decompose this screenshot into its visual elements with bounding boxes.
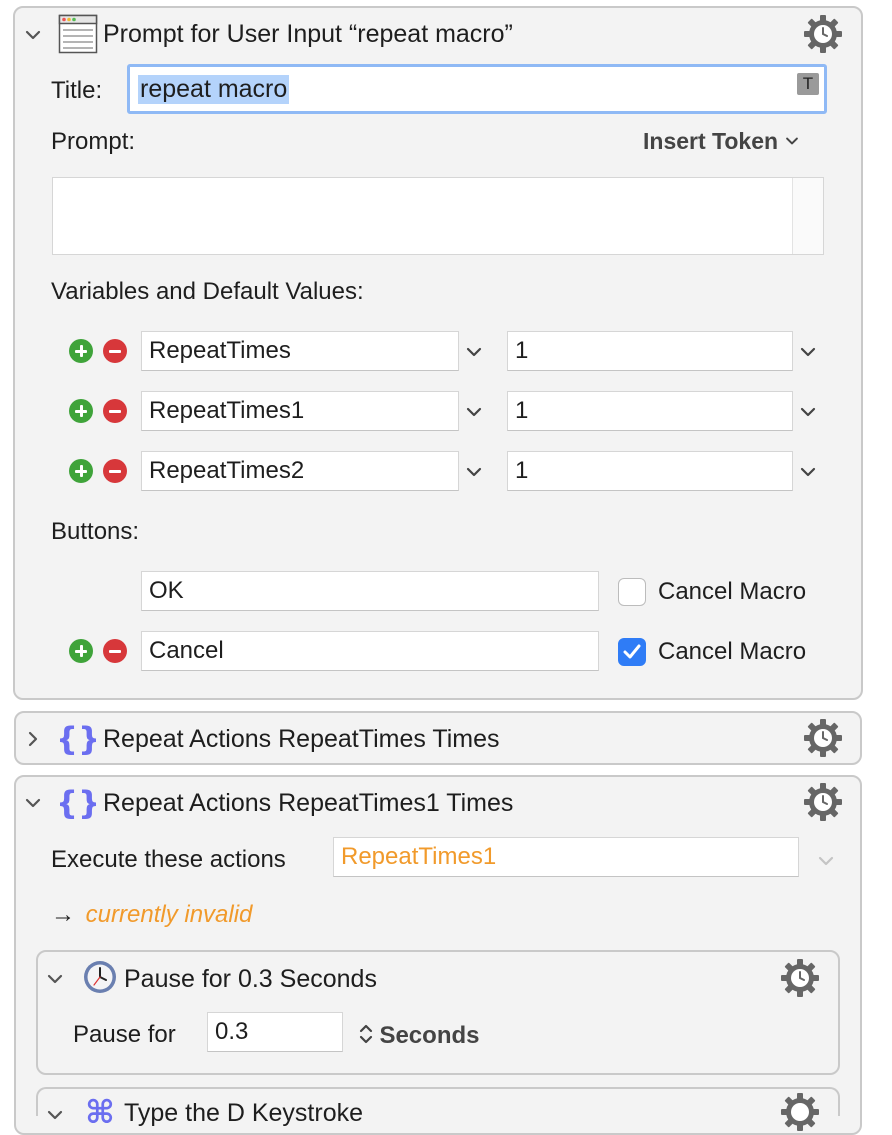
chevron-down-icon[interactable]	[797, 401, 819, 423]
chevron-down-icon[interactable]	[463, 461, 485, 483]
prompt-textarea[interactable]	[52, 177, 824, 255]
chevron-down-icon[interactable]	[815, 850, 837, 872]
insert-token-menu[interactable]: Insert Token	[643, 128, 801, 156]
insert-token-label: Insert Token	[643, 128, 779, 154]
cancel-macro-checkbox[interactable]	[618, 638, 646, 666]
title-input[interactable]: repeat macro T	[127, 64, 827, 114]
title-label: Title:	[51, 77, 103, 104]
command-key-icon: ⌘	[85, 1093, 115, 1129]
cancel-macro-label: Cancel Macro	[658, 638, 807, 665]
chevron-down-icon[interactable]	[463, 341, 485, 363]
buttons-label: Buttons:	[51, 518, 140, 545]
window-icon	[58, 14, 98, 54]
add-variable-button[interactable]	[69, 459, 93, 483]
variable-name-field[interactable]: RepeatTimes1	[141, 391, 459, 431]
add-variable-button[interactable]	[69, 339, 93, 363]
gear-icon[interactable]	[803, 14, 843, 54]
chevron-down-icon[interactable]	[797, 461, 819, 483]
add-variable-button[interactable]	[69, 399, 93, 423]
checkmark-icon	[623, 644, 641, 659]
cancel-macro-checkbox[interactable]	[618, 578, 646, 606]
title-input-value: repeat macro	[138, 75, 290, 104]
gear-icon[interactable]	[780, 1092, 820, 1132]
textarea-scrollbar[interactable]	[792, 178, 823, 254]
variable-name-field[interactable]: RepeatTimes	[141, 331, 459, 371]
prompt-action-title[interactable]: Prompt for User Input “repeat macro”	[103, 20, 513, 49]
chevron-right-icon[interactable]	[22, 728, 44, 750]
gear-icon[interactable]	[780, 958, 820, 998]
arrow-right-icon: →	[51, 901, 75, 928]
svg-text:⌘: ⌘	[85, 1093, 115, 1129]
add-button-button[interactable]	[69, 639, 93, 663]
text-token-icon[interactable]: T	[797, 73, 819, 95]
prompt-label: Prompt:	[51, 128, 136, 155]
chevron-down-icon	[785, 137, 798, 145]
remove-variable-button[interactable]	[103, 459, 127, 483]
execute-label: Execute these actions	[51, 846, 286, 873]
unit-label: Seconds	[379, 1022, 480, 1049]
chevron-down-icon[interactable]	[22, 24, 44, 46]
svg-text:{}: {}	[60, 785, 96, 821]
repeat-action-title[interactable]: Repeat Actions RepeatTimes1 Times	[103, 789, 513, 818]
repeat-count-field[interactable]: RepeatTimes1	[333, 837, 799, 877]
chevron-down-icon[interactable]	[797, 341, 819, 363]
button-name-field[interactable]: Cancel	[141, 631, 599, 671]
chevron-down-icon[interactable]	[44, 1104, 66, 1126]
variables-label: Variables and Default Values:	[51, 278, 364, 305]
type-keystroke-title[interactable]: Type the D Keystroke	[124, 1099, 363, 1128]
chevron-down-icon[interactable]	[22, 792, 44, 814]
variable-default-field[interactable]: 1	[507, 451, 793, 491]
pause-duration-field[interactable]: 0.3	[207, 1012, 343, 1052]
remove-button-button[interactable]	[103, 639, 127, 663]
pause-for-label: Pause for	[73, 1021, 176, 1048]
braces-icon: {}	[60, 721, 96, 757]
gear-icon[interactable]	[803, 718, 843, 758]
up-down-chevron-icon	[359, 1024, 373, 1044]
remove-variable-button[interactable]	[103, 339, 127, 363]
pause-action-title[interactable]: Pause for 0.3 Seconds	[124, 965, 377, 994]
variable-default-field[interactable]: 1	[507, 331, 793, 371]
clock-icon	[84, 961, 116, 993]
svg-text:{}: {}	[60, 721, 96, 757]
chevron-down-icon[interactable]	[44, 968, 66, 990]
gear-icon[interactable]	[803, 782, 843, 822]
variable-default-field[interactable]: 1	[507, 391, 793, 431]
invalid-status-text: currently invalid	[85, 901, 253, 928]
cancel-macro-label: Cancel Macro	[658, 578, 807, 605]
repeat-action-title[interactable]: Repeat Actions RepeatTimes Times	[103, 725, 499, 754]
variable-name-field[interactable]: RepeatTimes2	[141, 451, 459, 491]
chevron-down-icon[interactable]	[463, 401, 485, 423]
remove-variable-button[interactable]	[103, 399, 127, 423]
braces-icon: {}	[60, 785, 96, 821]
status-line: → currently invalid	[51, 901, 252, 929]
unit-popup[interactable]: Seconds	[357, 1019, 479, 1050]
button-name-field[interactable]: OK	[141, 571, 599, 611]
